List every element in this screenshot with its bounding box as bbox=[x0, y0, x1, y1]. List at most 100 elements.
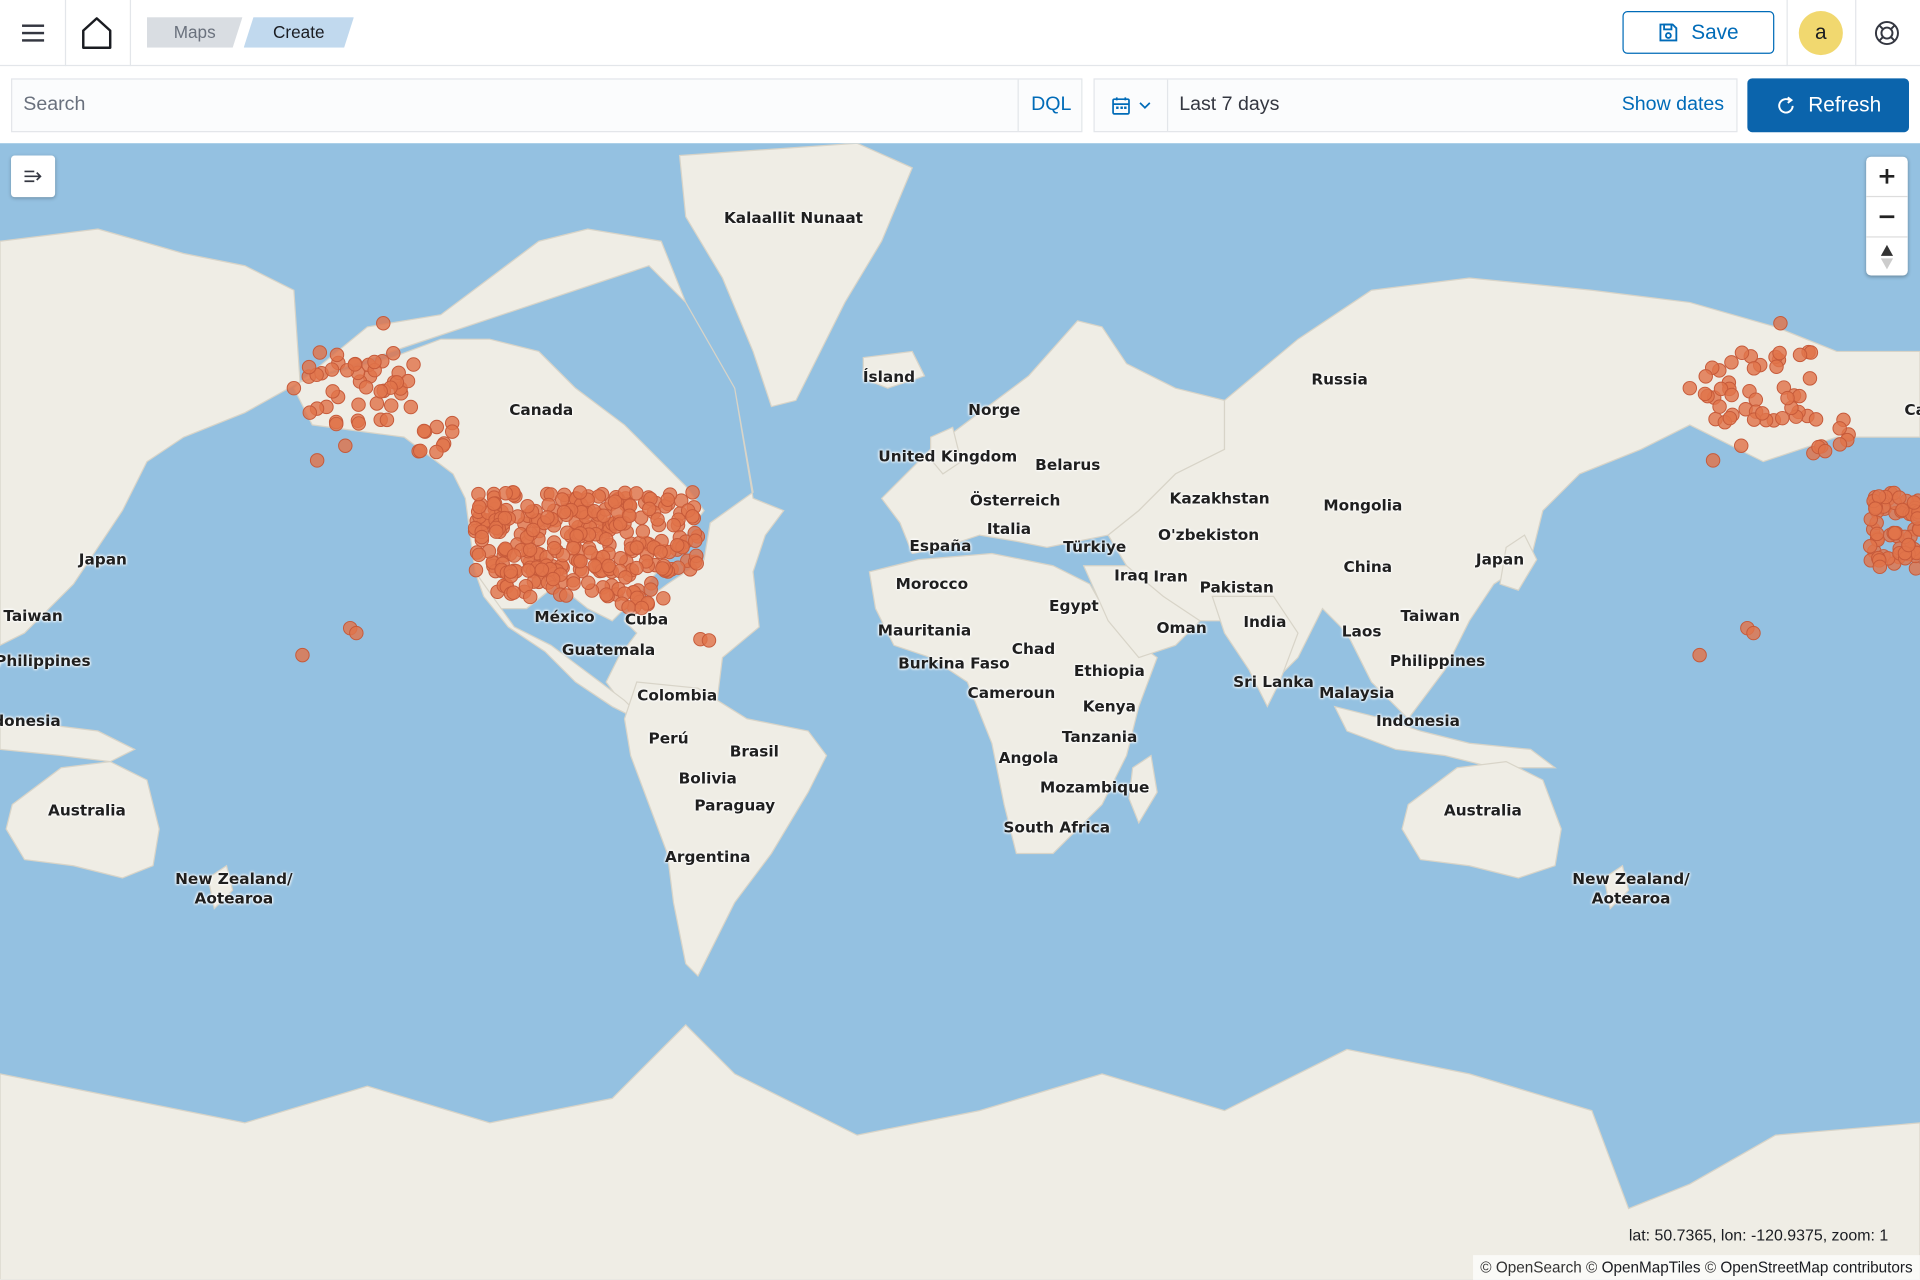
event-marker[interactable] bbox=[622, 508, 637, 523]
event-marker[interactable] bbox=[406, 357, 421, 372]
event-marker[interactable] bbox=[618, 570, 633, 585]
event-marker[interactable] bbox=[429, 444, 444, 460]
event-marker[interactable] bbox=[642, 501, 657, 517]
event-marker[interactable] bbox=[295, 647, 310, 663]
event-marker[interactable] bbox=[1682, 380, 1698, 396]
event-marker[interactable] bbox=[1772, 345, 1787, 361]
event-marker[interactable] bbox=[534, 562, 550, 577]
event-marker[interactable] bbox=[666, 517, 681, 533]
event-marker[interactable] bbox=[643, 582, 658, 597]
event-marker[interactable] bbox=[489, 524, 504, 539]
event-marker[interactable] bbox=[1792, 388, 1807, 404]
event-marker[interactable] bbox=[1792, 347, 1808, 363]
event-marker[interactable] bbox=[386, 346, 401, 361]
event-marker[interactable] bbox=[566, 576, 581, 591]
event-marker[interactable] bbox=[1773, 316, 1788, 331]
event-marker[interactable] bbox=[1895, 502, 1910, 518]
event-marker[interactable] bbox=[474, 529, 490, 545]
refresh-button[interactable]: Refresh bbox=[1747, 78, 1909, 133]
show-dates-link[interactable]: Show dates bbox=[1622, 80, 1724, 131]
event-marker[interactable] bbox=[1775, 410, 1790, 426]
event-marker[interactable] bbox=[1724, 387, 1739, 403]
event-marker[interactable] bbox=[685, 509, 700, 524]
event-marker[interactable] bbox=[1722, 410, 1738, 426]
map-canvas[interactable]: Kalaallit Nunaat Ísland Canada Russia No… bbox=[0, 143, 1920, 1280]
event-marker[interactable] bbox=[701, 633, 717, 648]
attribution-openmaptiles-link[interactable]: OpenMapTiles bbox=[1602, 1259, 1701, 1276]
event-marker[interactable] bbox=[1724, 355, 1739, 370]
event-marker[interactable] bbox=[656, 591, 671, 606]
date-range-label[interactable]: Last 7 days bbox=[1179, 80, 1279, 131]
event-marker[interactable] bbox=[1712, 399, 1727, 414]
event-marker[interactable] bbox=[1746, 361, 1762, 376]
event-marker[interactable] bbox=[541, 497, 556, 513]
event-marker[interactable] bbox=[471, 547, 487, 563]
event-marker[interactable] bbox=[358, 380, 374, 395]
event-marker[interactable] bbox=[1808, 412, 1824, 427]
event-marker[interactable] bbox=[599, 587, 614, 602]
event-marker[interactable] bbox=[1871, 489, 1887, 504]
event-marker[interactable] bbox=[596, 508, 611, 523]
event-marker[interactable] bbox=[583, 545, 598, 560]
event-marker[interactable] bbox=[329, 416, 344, 432]
event-marker[interactable] bbox=[369, 396, 385, 411]
event-marker[interactable] bbox=[1734, 438, 1749, 453]
event-marker[interactable] bbox=[520, 498, 535, 514]
event-marker[interactable] bbox=[545, 571, 561, 587]
event-marker[interactable] bbox=[349, 625, 364, 641]
attribution-openstreetmap-link[interactable]: OpenStreetMap contributors bbox=[1720, 1259, 1912, 1276]
event-marker[interactable] bbox=[554, 492, 570, 507]
event-marker[interactable] bbox=[286, 380, 302, 396]
save-button[interactable]: Save bbox=[1622, 11, 1775, 54]
event-marker[interactable] bbox=[497, 510, 513, 526]
event-marker[interactable] bbox=[540, 510, 555, 525]
event-marker[interactable] bbox=[587, 558, 602, 574]
event-marker[interactable] bbox=[1780, 390, 1795, 406]
event-marker[interactable] bbox=[1892, 490, 1907, 505]
event-marker[interactable] bbox=[1802, 371, 1818, 386]
event-marker[interactable] bbox=[413, 443, 428, 459]
event-marker[interactable] bbox=[522, 542, 538, 558]
event-marker[interactable] bbox=[351, 416, 367, 431]
event-marker[interactable] bbox=[1832, 437, 1848, 452]
event-marker[interactable] bbox=[685, 485, 700, 500]
help-icon[interactable] bbox=[1873, 20, 1900, 47]
event-marker[interactable] bbox=[522, 589, 538, 605]
event-marker[interactable] bbox=[556, 504, 572, 520]
event-marker[interactable] bbox=[655, 561, 670, 576]
event-marker[interactable] bbox=[351, 397, 366, 412]
event-marker[interactable] bbox=[376, 316, 391, 331]
menu-icon[interactable] bbox=[17, 18, 49, 47]
event-marker[interactable] bbox=[1868, 501, 1883, 516]
event-marker[interactable] bbox=[301, 359, 317, 375]
event-marker[interactable] bbox=[1869, 526, 1885, 542]
zoom-out-button[interactable] bbox=[1866, 197, 1908, 238]
event-marker[interactable] bbox=[506, 548, 522, 563]
event-marker[interactable] bbox=[324, 362, 340, 377]
event-marker[interactable] bbox=[416, 423, 432, 439]
event-marker[interactable] bbox=[1910, 511, 1920, 526]
event-marker[interactable] bbox=[1769, 359, 1784, 374]
event-marker[interactable] bbox=[670, 538, 685, 553]
event-marker[interactable] bbox=[373, 384, 388, 399]
event-marker[interactable] bbox=[472, 499, 487, 515]
event-marker[interactable] bbox=[468, 562, 484, 578]
event-marker[interactable] bbox=[1697, 386, 1713, 402]
event-marker[interactable] bbox=[309, 453, 325, 468]
home-icon[interactable] bbox=[78, 15, 115, 52]
event-marker[interactable] bbox=[503, 564, 518, 579]
event-marker[interactable] bbox=[1817, 443, 1833, 459]
event-marker[interactable] bbox=[302, 405, 318, 420]
event-marker[interactable] bbox=[1901, 537, 1916, 553]
event-marker[interactable] bbox=[329, 347, 345, 363]
event-marker[interactable] bbox=[629, 560, 644, 576]
event-marker[interactable] bbox=[635, 524, 651, 539]
event-marker[interactable] bbox=[384, 398, 399, 413]
event-marker[interactable] bbox=[599, 532, 614, 547]
event-marker[interactable] bbox=[653, 544, 668, 560]
event-marker[interactable] bbox=[689, 556, 704, 571]
event-marker[interactable] bbox=[1832, 421, 1847, 436]
event-marker[interactable] bbox=[1705, 453, 1721, 468]
event-marker[interactable] bbox=[367, 354, 382, 370]
event-marker[interactable] bbox=[1872, 559, 1888, 575]
